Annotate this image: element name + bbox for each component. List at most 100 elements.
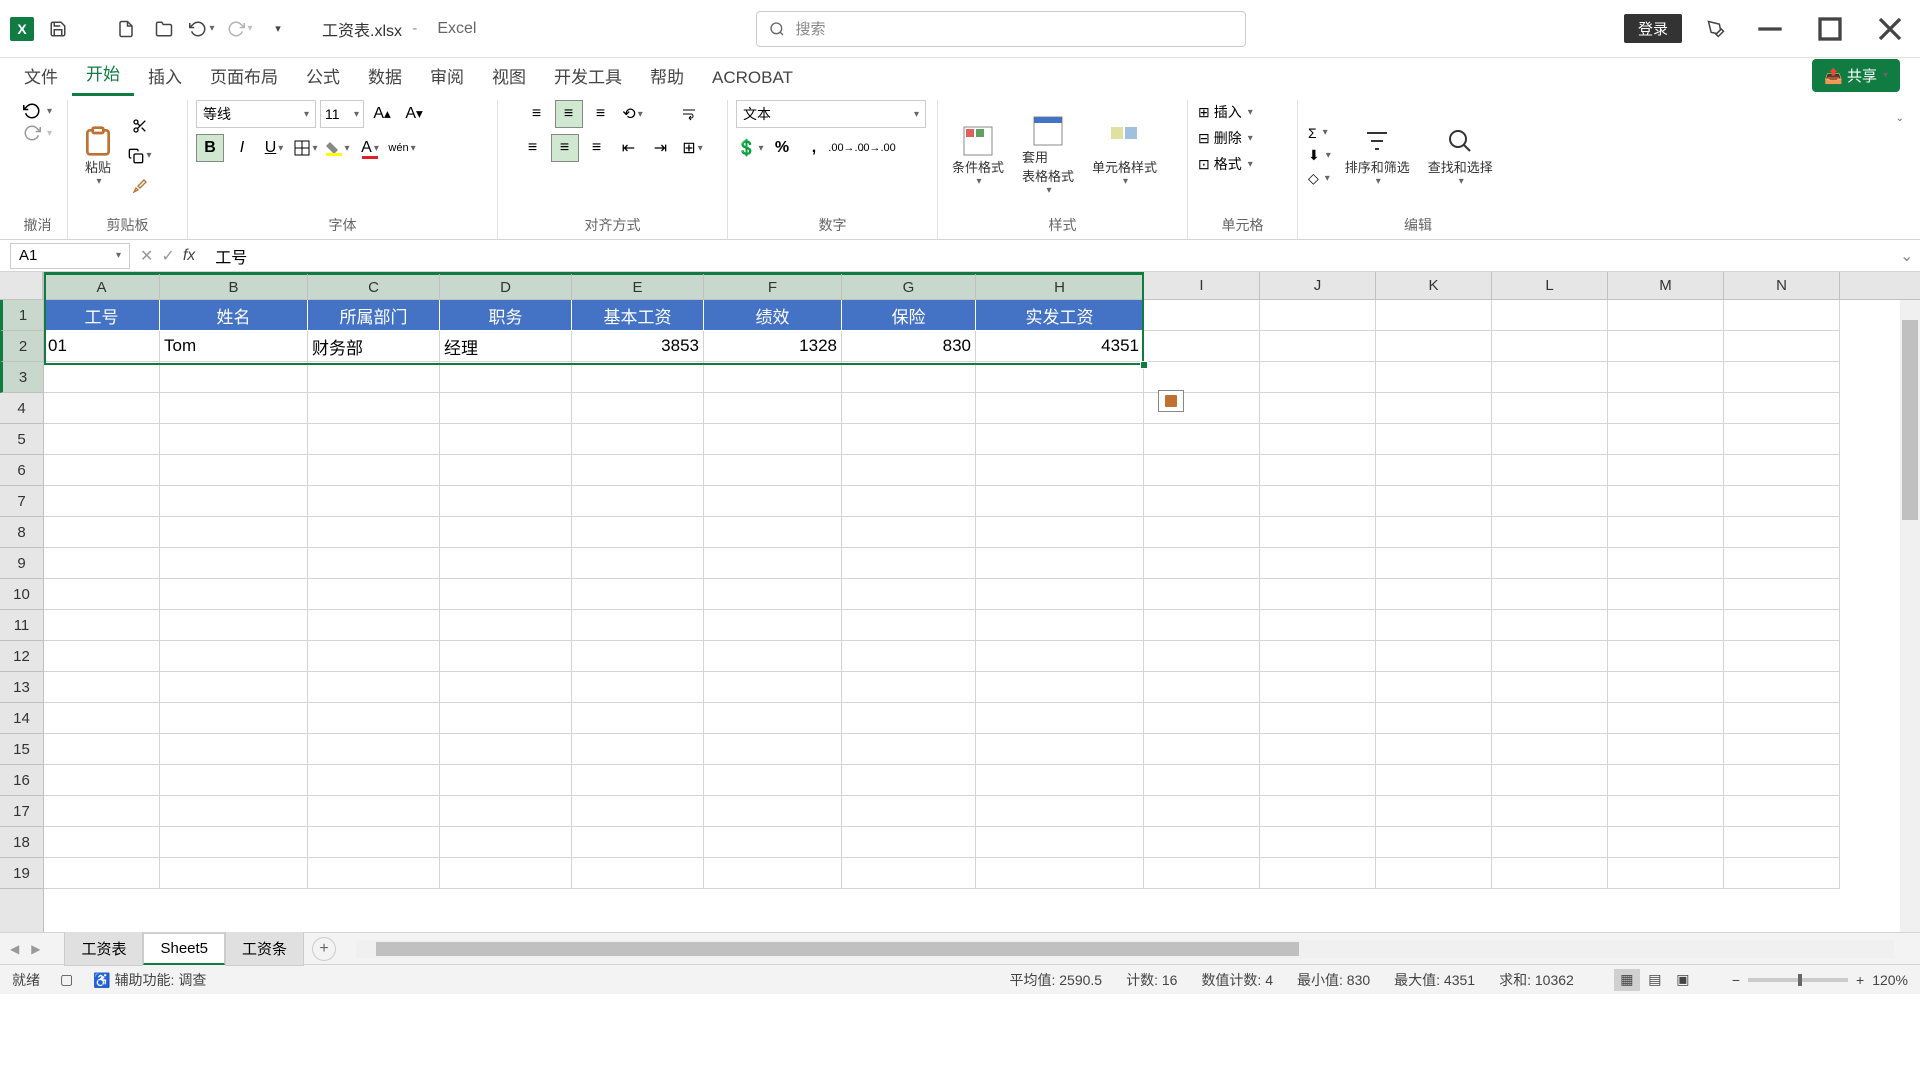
- cell[interactable]: [976, 734, 1144, 765]
- cell[interactable]: [1144, 548, 1260, 579]
- cell[interactable]: [1492, 579, 1608, 610]
- cell[interactable]: 职务: [440, 300, 572, 331]
- cell[interactable]: [1608, 641, 1724, 672]
- col-header[interactable]: J: [1260, 272, 1376, 299]
- cell[interactable]: [1376, 703, 1492, 734]
- tab-page-layout[interactable]: 页面布局: [196, 55, 292, 96]
- cell[interactable]: [1608, 424, 1724, 455]
- cell[interactable]: [1260, 796, 1376, 827]
- row-header[interactable]: 5: [0, 424, 43, 455]
- row-header[interactable]: 17: [0, 796, 43, 827]
- cell[interactable]: [160, 827, 308, 858]
- cell[interactable]: [1376, 548, 1492, 579]
- cell[interactable]: [1376, 765, 1492, 796]
- minimize-button[interactable]: [1750, 9, 1790, 49]
- cell[interactable]: [1260, 548, 1376, 579]
- cell[interactable]: [842, 579, 976, 610]
- name-box[interactable]: A1▾: [10, 243, 130, 269]
- cell[interactable]: [160, 672, 308, 703]
- increase-font-button[interactable]: A▴: [368, 100, 396, 128]
- cell[interactable]: [440, 734, 572, 765]
- cell[interactable]: [1724, 331, 1840, 362]
- col-header[interactable]: D: [440, 272, 572, 299]
- cell[interactable]: [976, 548, 1144, 579]
- cell[interactable]: [976, 703, 1144, 734]
- cell[interactable]: [440, 641, 572, 672]
- cell[interactable]: 4351: [976, 331, 1144, 362]
- cell[interactable]: [1376, 858, 1492, 889]
- phonetic-button[interactable]: wén▾: [388, 134, 416, 162]
- cell[interactable]: [1492, 641, 1608, 672]
- cell[interactable]: [572, 517, 704, 548]
- borders-button[interactable]: ▾: [292, 134, 320, 162]
- cell[interactable]: [440, 362, 572, 393]
- cell[interactable]: [572, 455, 704, 486]
- row-header[interactable]: 7: [0, 486, 43, 517]
- cell[interactable]: [1724, 641, 1840, 672]
- cell[interactable]: [440, 455, 572, 486]
- col-header[interactable]: A: [44, 272, 160, 299]
- cell[interactable]: [308, 579, 440, 610]
- cell[interactable]: [1492, 734, 1608, 765]
- cell[interactable]: [1724, 703, 1840, 734]
- fx-icon[interactable]: fx: [183, 247, 195, 265]
- cell[interactable]: 实发工资: [976, 300, 1144, 331]
- cell[interactable]: [1608, 486, 1724, 517]
- cell[interactable]: [44, 641, 160, 672]
- cell[interactable]: [704, 486, 842, 517]
- cell[interactable]: [976, 517, 1144, 548]
- cell[interactable]: [704, 362, 842, 393]
- cell[interactable]: [1144, 455, 1260, 486]
- cell[interactable]: [704, 579, 842, 610]
- cell[interactable]: [842, 734, 976, 765]
- cell[interactable]: [842, 424, 976, 455]
- tab-view[interactable]: 视图: [478, 55, 540, 96]
- col-header[interactable]: E: [572, 272, 704, 299]
- cell[interactable]: [1376, 641, 1492, 672]
- fill-button[interactable]: ⬇ ▾: [1306, 145, 1333, 166]
- cell[interactable]: [1492, 517, 1608, 548]
- col-header[interactable]: I: [1144, 272, 1260, 299]
- cell[interactable]: [1608, 765, 1724, 796]
- cell[interactable]: [1492, 424, 1608, 455]
- cell[interactable]: [842, 548, 976, 579]
- cancel-formula-icon[interactable]: ✕: [140, 246, 153, 266]
- format-as-table-button[interactable]: 套用 表格格式▾: [1016, 111, 1080, 200]
- cell[interactable]: [1724, 734, 1840, 765]
- row-header[interactable]: 9: [0, 548, 43, 579]
- cell[interactable]: [308, 796, 440, 827]
- cell-styles-button[interactable]: 单元格样式▾: [1086, 121, 1163, 191]
- cell[interactable]: [1144, 610, 1260, 641]
- cell[interactable]: [1724, 579, 1840, 610]
- cell[interactable]: [160, 641, 308, 672]
- cell[interactable]: [44, 393, 160, 424]
- cell[interactable]: [842, 362, 976, 393]
- cell[interactable]: [1608, 827, 1724, 858]
- cell[interactable]: [1376, 424, 1492, 455]
- cell[interactable]: [1724, 424, 1840, 455]
- cell[interactable]: [1260, 610, 1376, 641]
- cell[interactable]: [976, 827, 1144, 858]
- cell[interactable]: [1376, 331, 1492, 362]
- sheet-tab[interactable]: Sheet5: [143, 933, 225, 965]
- expand-formula-bar-button[interactable]: ⌄: [1900, 246, 1920, 266]
- cell[interactable]: [1260, 393, 1376, 424]
- cell[interactable]: [1608, 672, 1724, 703]
- tab-review[interactable]: 审阅: [416, 55, 478, 96]
- align-top-button[interactable]: ≡: [523, 100, 551, 128]
- cell[interactable]: [1144, 486, 1260, 517]
- cell[interactable]: [1608, 610, 1724, 641]
- cell[interactable]: [160, 455, 308, 486]
- cell[interactable]: [1608, 548, 1724, 579]
- cell[interactable]: [440, 703, 572, 734]
- cell[interactable]: 基本工资: [572, 300, 704, 331]
- cell[interactable]: [308, 424, 440, 455]
- cell[interactable]: [1260, 517, 1376, 548]
- cell[interactable]: [1608, 362, 1724, 393]
- qat-customize-button[interactable]: ▾: [264, 15, 292, 43]
- cell[interactable]: [1376, 672, 1492, 703]
- cell[interactable]: [1492, 455, 1608, 486]
- decrease-indent-button[interactable]: ⇤: [615, 134, 643, 162]
- row-header[interactable]: 14: [0, 703, 43, 734]
- row-header[interactable]: 6: [0, 455, 43, 486]
